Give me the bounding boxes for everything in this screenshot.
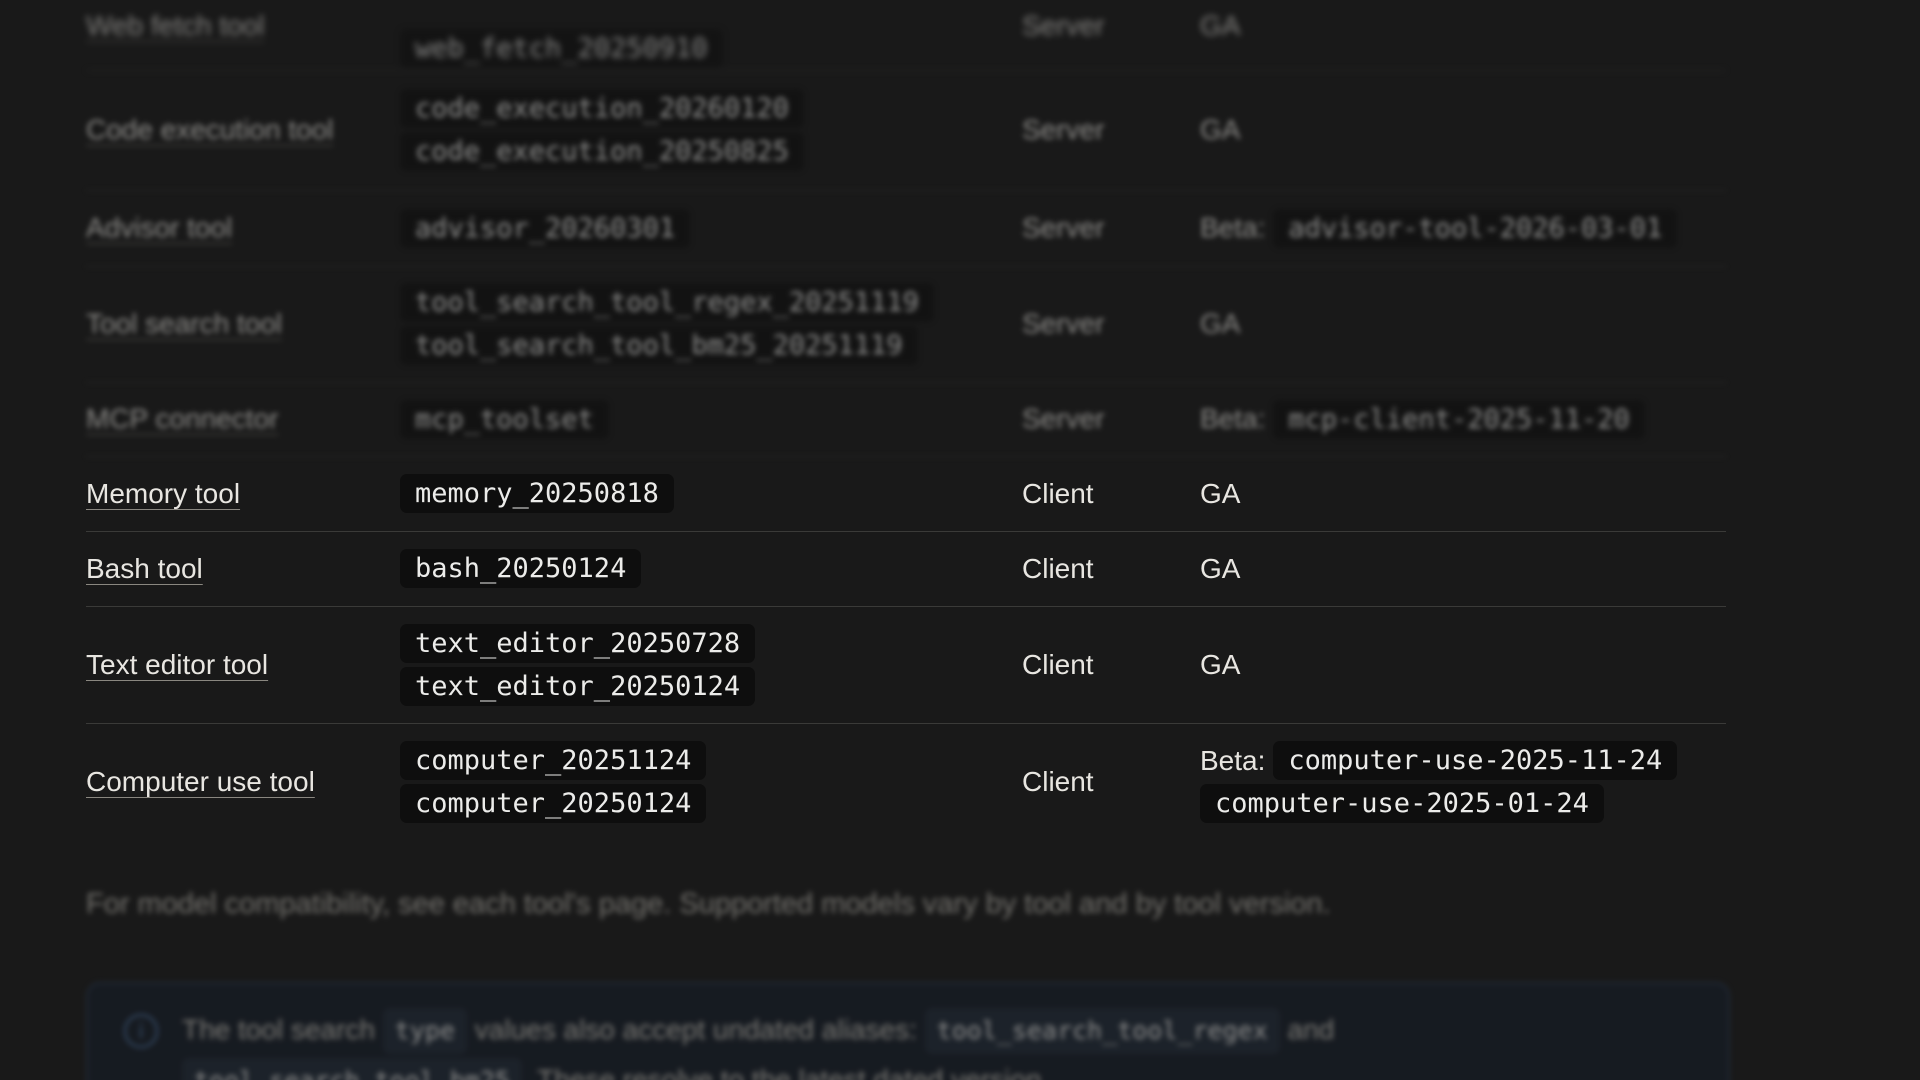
- type-code: tool_search_tool_regex_20251119: [400, 283, 934, 322]
- type-code: text_editor_20250124: [400, 666, 756, 706]
- inline-code: type: [382, 1008, 467, 1054]
- type-code: advisor_20260301: [400, 208, 691, 248]
- type-code: memory_20250818: [400, 474, 674, 513]
- table-row: Tool search tool tool_search_tool_regex_…: [86, 266, 1726, 383]
- table-row: Bash tool bash_20250124 Client GA: [86, 531, 1726, 607]
- table-row: MCP connector mcp_toolset Server Beta: m…: [86, 382, 1726, 457]
- tool-link-text-editor[interactable]: Text editor tool: [86, 649, 386, 681]
- tool-status: GA: [1200, 10, 1241, 41]
- info-callout-text: The tool search type values also accept …: [182, 1006, 1334, 1080]
- table-row: Memory tool memory_20250818 Client GA: [86, 456, 1726, 532]
- table-row: Text editor tool text_editor_20250728 te…: [86, 606, 1726, 724]
- beta-header-code: computer-use-2025-11-24: [1273, 741, 1678, 780]
- tool-status: GA: [1200, 114, 1241, 145]
- tool-kind: Server: [1022, 10, 1105, 41]
- beta-header-code: mcp-client-2025-11-20: [1273, 399, 1645, 439]
- info-icon: i: [124, 1014, 158, 1048]
- tool-link-advisor[interactable]: Advisor tool: [86, 212, 386, 244]
- status-prefix: Beta:: [1200, 403, 1266, 434]
- type-code: code_execution_20260120: [400, 89, 804, 128]
- beta-header-code: computer-use-2025-01-24: [1200, 784, 1604, 823]
- tool-status: GA: [1200, 308, 1241, 339]
- tool-link-computer-use[interactable]: Computer use tool: [86, 766, 386, 798]
- tool-kind: Client: [1022, 766, 1094, 797]
- tool-status: GA: [1200, 552, 1241, 584]
- tool-kind: Server: [1022, 212, 1105, 243]
- tool-kind: Client: [1022, 648, 1094, 680]
- inline-code: tool_search_tool_regex: [924, 1008, 1280, 1054]
- type-code: text_editor_20250728: [400, 623, 756, 663]
- type-code: web_fetch_20250910: [400, 29, 723, 68]
- type-code: computer_20251124: [400, 741, 707, 780]
- type-code: computer_20250124: [400, 784, 707, 823]
- table-row: Computer use tool computer_20251124 comp…: [86, 723, 1726, 841]
- type-code: code_execution_20250825: [400, 132, 804, 171]
- status-prefix: Beta:: [1200, 212, 1266, 243]
- tool-kind: Server: [1022, 114, 1105, 145]
- tool-status: GA: [1200, 477, 1241, 509]
- tool-kind: Client: [1022, 552, 1094, 584]
- table-row: Code execution tool code_execution_20260…: [86, 70, 1726, 191]
- compatibility-footnote: For model compatibility, see each tool's…: [86, 888, 1331, 920]
- tool-link-web-fetch[interactable]: Web fetch tool: [86, 10, 386, 42]
- inline-code: tool_search_tool_bm25: [182, 1058, 523, 1080]
- beta-header-code: advisor-tool-2026-03-01: [1273, 208, 1678, 248]
- docs-page: Web fetch tool web_fetch_20250910 Server…: [0, 0, 1920, 1080]
- tool-kind: Client: [1022, 477, 1094, 509]
- status-prefix: Beta:: [1200, 744, 1266, 776]
- tool-kind: Server: [1022, 308, 1105, 339]
- type-code: mcp_toolset: [400, 399, 609, 439]
- tool-link-mcp-connector[interactable]: MCP connector: [86, 403, 386, 435]
- type-code: tool_search_tool_bm25_20251119: [400, 326, 918, 365]
- tool-link-code-execution[interactable]: Code execution tool: [86, 114, 386, 146]
- tool-link-bash[interactable]: Bash tool: [86, 553, 386, 585]
- tool-link-memory[interactable]: Memory tool: [86, 478, 386, 510]
- tool-status: GA: [1200, 648, 1241, 680]
- table-row: Web fetch tool web_fetch_20250910 Server…: [86, 0, 1726, 71]
- tool-link-tool-search[interactable]: Tool search tool: [86, 308, 386, 340]
- table-row: Advisor tool advisor_20260301 Server Bet…: [86, 190, 1726, 267]
- type-code: bash_20250124: [400, 549, 642, 588]
- tool-kind: Server: [1022, 403, 1105, 434]
- info-callout: i The tool search type values also accep…: [86, 982, 1730, 1080]
